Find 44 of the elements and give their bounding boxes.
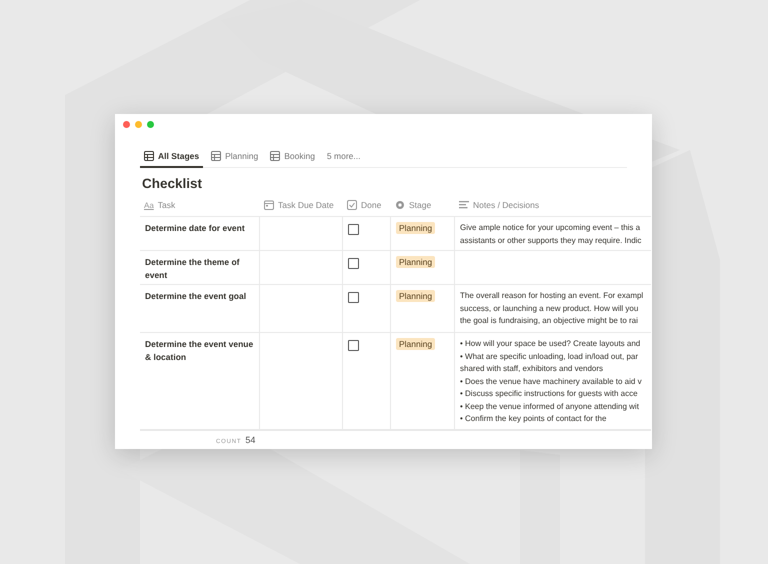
- text-lines-icon: [459, 200, 469, 210]
- task-cell: Determine the theme of event: [140, 251, 260, 285]
- view-tab[interactable]: All Stages: [140, 148, 204, 168]
- notes-text: the goal is fundraising, an objective might be to rai: [460, 315, 639, 327]
- column-header[interactable]: Task Due Date: [260, 194, 343, 217]
- stage-tag: Planning: [396, 256, 436, 268]
- column-header[interactable]: Notes / Decisions: [455, 194, 651, 217]
- done-checkbox[interactable]: [348, 258, 359, 269]
- checkbox-icon: [347, 200, 357, 210]
- notes-text: • How will your space be used? Create layouts and: [460, 338, 642, 350]
- notes-text: • Confirm the key points of contact for the: [460, 413, 608, 425]
- task-cell: Determine the event venue & location: [140, 333, 260, 430]
- column-header[interactable]: Done: [343, 194, 391, 217]
- task-cell: Determine date for event: [140, 217, 260, 251]
- view-tab[interactable]: Planning: [207, 148, 262, 168]
- view-tab[interactable]: Booking: [266, 148, 319, 168]
- page-title: Checklist: [142, 176, 204, 192]
- calendar-icon: [264, 200, 274, 210]
- table-icon: [211, 151, 222, 161]
- count-value: 54: [245, 435, 256, 445]
- notes-text: Give ample notice for your upcoming event – this a: [460, 222, 642, 234]
- notes-text: • Discuss specific instructions for guests with acce: [460, 388, 639, 400]
- done-checkbox[interactable]: [348, 292, 359, 303]
- notes-text: The overall reason for hosting an event. For exampl: [460, 290, 644, 302]
- text-type-icon: Aa: [144, 200, 154, 210]
- table-icon: [270, 151, 280, 161]
- column-header[interactable]: Stage: [391, 194, 455, 217]
- stage-tag: Planning: [396, 222, 436, 234]
- column-header[interactable]: Aa Task: [140, 194, 260, 217]
- notes-text: • Does the venue have machinery available to aid v: [460, 376, 643, 388]
- view-tab[interactable]: 5 more...: [322, 148, 364, 168]
- done-checkbox[interactable]: [348, 340, 359, 351]
- notes-text: success, or launching a new product. How will you: [460, 302, 640, 315]
- notes-text: • What are specific unloading, load in/load out, par: [460, 350, 640, 363]
- done-checkbox[interactable]: [348, 224, 359, 235]
- stage-tag: Planning: [396, 338, 436, 350]
- notes-text: • Keep the venue informed of anyone attending wit: [460, 400, 640, 413]
- stage-tag: Planning: [396, 290, 436, 302]
- notes-text: shared with staff, exhibitors and vendors: [460, 363, 604, 375]
- task-cell: Determine the event goal: [140, 285, 260, 333]
- circle-icon: [395, 200, 405, 210]
- close-button[interactable]: [123, 121, 130, 128]
- table-icon: [144, 151, 154, 161]
- notes-text: assistants or other supports they may require. Indic: [460, 234, 642, 247]
